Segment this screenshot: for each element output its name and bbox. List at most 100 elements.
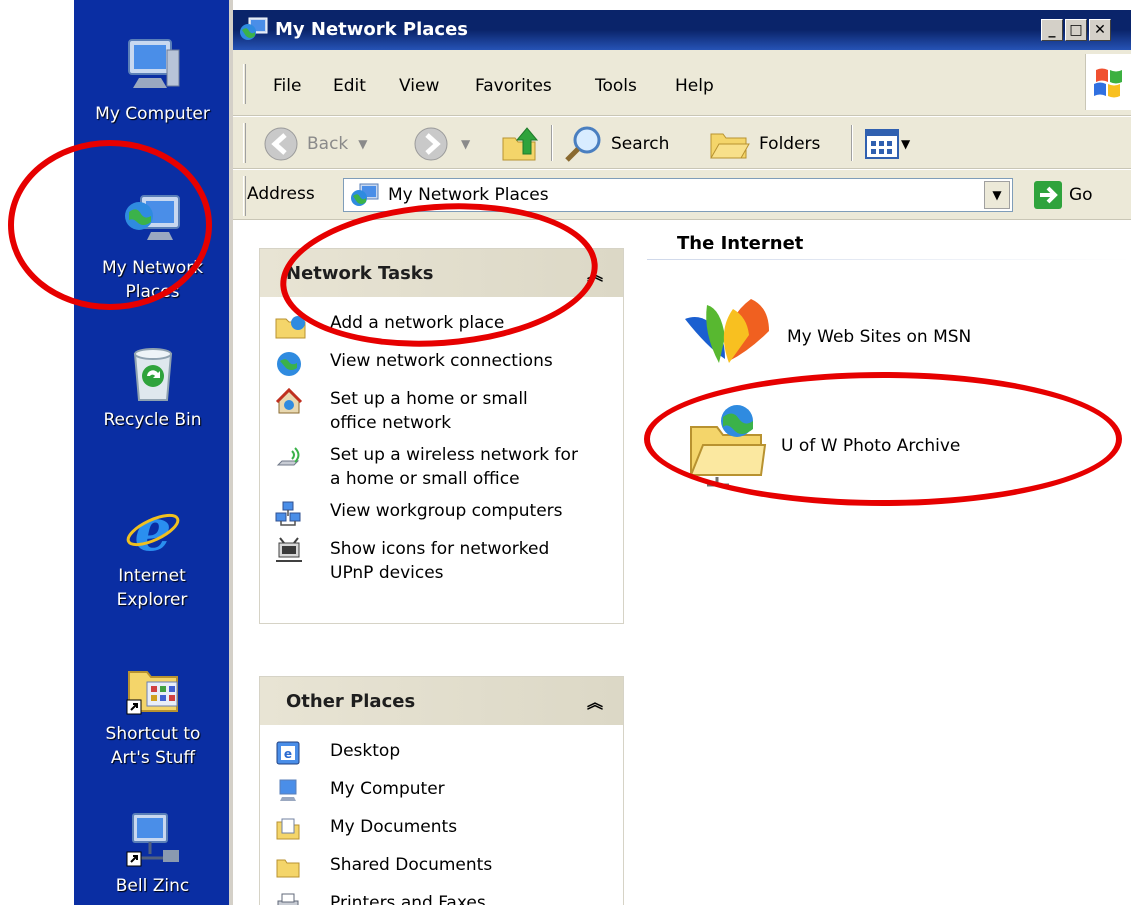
place-shared-documents[interactable]: Shared Documents [260,853,623,883]
desktop-label: My Network Places [101,258,204,302]
place-label: My Documents [330,817,458,837]
place-label: My Computer [330,779,445,799]
menu-favorites[interactable]: Favorites [475,76,552,96]
place-label: Desktop [330,741,401,761]
collapse-icon[interactable]: ︽ [587,261,603,285]
desktop-label: Bell Zinc [115,876,190,896]
desktop-item-bell-zinc[interactable]: Bell Zinc [74,810,231,898]
item-label: U of W Photo Archive [781,436,961,456]
title-bar[interactable]: My Network Places _ □ ✕ [233,10,1131,50]
other-places-header[interactable]: Other Places ︽ [260,677,623,725]
task-pane: Network Tasks ︽ Add a network place View… [233,221,647,905]
minimize-button[interactable]: _ [1041,19,1063,41]
network-tasks-header[interactable]: Network Tasks ︽ [260,249,623,297]
group-header: The Internet [677,233,804,254]
address-input[interactable]: My Network Places ▼ [343,178,1013,212]
item-my-web-sites-on-msn[interactable]: My Web Sites on MSN [681,297,971,377]
svg-text:e: e [134,500,171,560]
network-places-icon [124,195,180,240]
address-dropdown-button[interactable]: ▼ [984,181,1010,209]
search-icon [565,126,601,162]
forward-button[interactable]: ▼ [413,125,470,163]
desktop-label: Internet Explorer [116,566,188,610]
task-setup-home-network[interactable]: Set up a home or small office network [260,387,560,435]
views-button[interactable]: ▼ [865,125,910,163]
internet-explorer-icon: e [126,500,179,560]
folders-icon [710,133,750,159]
task-view-workgroup-computers[interactable]: View workgroup computers [260,499,623,529]
desktop: My Computer My Network Places Recycle Bi… [74,0,231,905]
standard-toolbar: Back ▼ ▼ Search Folders ▼ [233,117,1131,169]
desktop-icon: e [276,741,300,765]
panel-title: Network Tasks [286,263,434,284]
explorer-window: My Network Places _ □ ✕ File Edit View F… [233,0,1131,905]
place-my-documents[interactable]: My Documents [260,815,623,845]
search-label: Search [611,134,670,154]
place-desktop[interactable]: e Desktop [260,739,623,769]
home-network-icon [275,387,303,414]
my-computer-icon [279,779,297,801]
group-divider [647,259,1131,260]
task-setup-wireless-network[interactable]: Set up a wireless network for a home or … [260,443,590,491]
my-documents-icon [276,818,300,840]
task-add-network-place[interactable]: Add a network place [260,311,623,341]
desktop-label: My Computer [95,104,210,124]
folders-button[interactable]: Folders [707,125,820,163]
toolbar-separator [551,125,553,161]
desktop-item-recycle-bin[interactable]: Recycle Bin [74,344,231,432]
task-label: Show icons for networked UPnP devices [330,539,550,583]
task-label: View workgroup computers [330,501,563,521]
close-button[interactable]: ✕ [1089,19,1111,41]
address-value: My Network Places [388,185,549,205]
task-show-upnp-icons[interactable]: Show icons for networked UPnP devices [260,537,560,585]
place-label: Printers and Faxes [330,893,486,905]
toolbar-grip [243,176,246,216]
windows-flag-icon [1094,68,1122,98]
back-label: Back [307,134,349,154]
menu-view[interactable]: View [399,76,439,96]
task-label: Set up a home or small office network [330,389,528,433]
item-uw-photo-archive[interactable]: U of W Photo Archive [687,401,960,491]
search-button[interactable]: Search [563,125,669,163]
svg-text:e: e [284,747,292,761]
wireless-network-icon [276,447,300,466]
content-pane: The Internet My Web Sites on MSN U of W … [647,221,1131,905]
maximize-button[interactable]: □ [1065,19,1087,41]
desktop-item-my-network-places[interactable]: My Network Places [74,188,231,304]
menu-help[interactable]: Help [675,76,714,96]
menu-tools[interactable]: Tools [595,76,637,96]
network-connections-icon [277,352,301,376]
collapse-icon[interactable]: ︽ [587,689,603,713]
desktop-item-internet-explorer[interactable]: e Internet Explorer [74,500,231,612]
web-folder-icon [689,405,767,487]
menu-file[interactable]: File [273,76,301,96]
chevron-down-icon: ▼ [358,137,368,151]
network-places-icon [351,183,379,206]
go-arrow-icon [1034,181,1062,209]
up-folder-icon [502,127,539,161]
address-bar: Address My Network Places ▼ Go [233,170,1131,220]
desktop-label: Recycle Bin [103,410,202,430]
place-my-computer[interactable]: My Computer [260,777,623,807]
recycle-bin-icon [133,348,172,401]
add-network-place-icon [275,316,306,339]
desktop-item-my-computer[interactable]: My Computer [74,34,231,126]
views-icon [865,129,899,159]
menu-edit[interactable]: Edit [333,76,366,96]
address-label: Address [247,184,315,204]
network-places-icon [240,17,268,40]
go-button[interactable]: Go [1033,180,1093,210]
upnp-device-icon [276,537,302,562]
back-button[interactable]: Back ▼ [263,125,368,163]
place-printers-and-faxes[interactable]: Printers and Faxes [260,891,623,905]
task-label: Set up a wireless network for a home or … [330,445,578,489]
chevron-down-icon: ▼ [901,137,911,151]
task-view-network-connections[interactable]: View network connections [260,349,623,379]
network-computer-icon [126,813,179,867]
task-label: Add a network place [330,313,505,333]
toolbar-grip [243,123,246,163]
desktop-item-shortcut-arts-stuff[interactable]: Shortcut to Art's Stuff [74,658,231,770]
up-folder-button[interactable] [499,125,539,163]
task-label: View network connections [330,351,553,371]
desktop-label: Shortcut to Art's Stuff [105,724,201,768]
